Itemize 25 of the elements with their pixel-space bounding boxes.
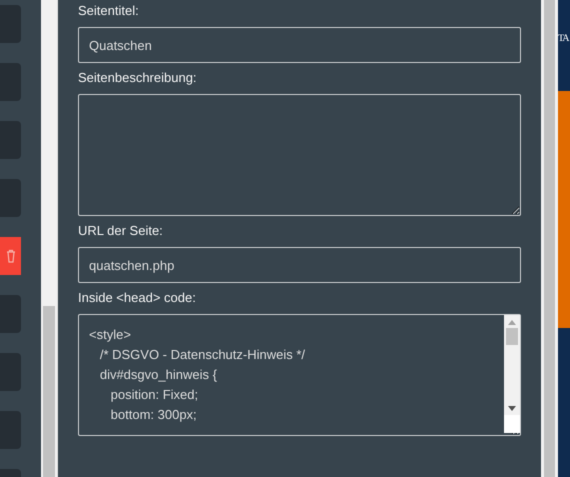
trash-icon xyxy=(6,249,16,263)
field-label: Seitenbeschreibung: xyxy=(78,69,198,87)
sidebar-tile[interactable] xyxy=(0,295,21,333)
delete-button[interactable] xyxy=(0,237,21,275)
sidebar-tile[interactable] xyxy=(0,5,21,43)
scrollbar-thumb[interactable] xyxy=(541,0,558,477)
field-label: Inside <head> code: xyxy=(78,289,197,307)
text-area[interactable] xyxy=(78,94,521,216)
input-field[interactable]: quatschen.php xyxy=(78,247,521,283)
field-label: URL der Seite: xyxy=(78,222,164,240)
arrow-down-icon[interactable] xyxy=(508,406,516,411)
page-heading: TA xyxy=(558,33,569,46)
code-field[interactable]: <style> /* DSGVO - Datenschutz-Hinweis */ div#dsgvo_hinweis { position: Fixed; bottom: 300px; xyxy=(78,314,521,436)
sidebar-tile[interactable] xyxy=(0,411,21,449)
resize-handle[interactable] xyxy=(504,415,520,433)
scrollbar-thumb[interactable] xyxy=(43,306,55,477)
input-field[interactable]: Quatschen xyxy=(78,27,521,63)
scrollbar[interactable] xyxy=(504,315,520,433)
sidebar-tile[interactable] xyxy=(0,353,21,391)
sidebar-tile[interactable] xyxy=(0,63,21,101)
arrow-up-icon[interactable] xyxy=(508,320,516,325)
scrollbar-thumb[interactable] xyxy=(506,328,518,345)
sidebar-tile[interactable] xyxy=(0,179,21,217)
sidebar-tile[interactable] xyxy=(0,121,21,159)
field-label: Seitentitel: xyxy=(78,2,140,20)
